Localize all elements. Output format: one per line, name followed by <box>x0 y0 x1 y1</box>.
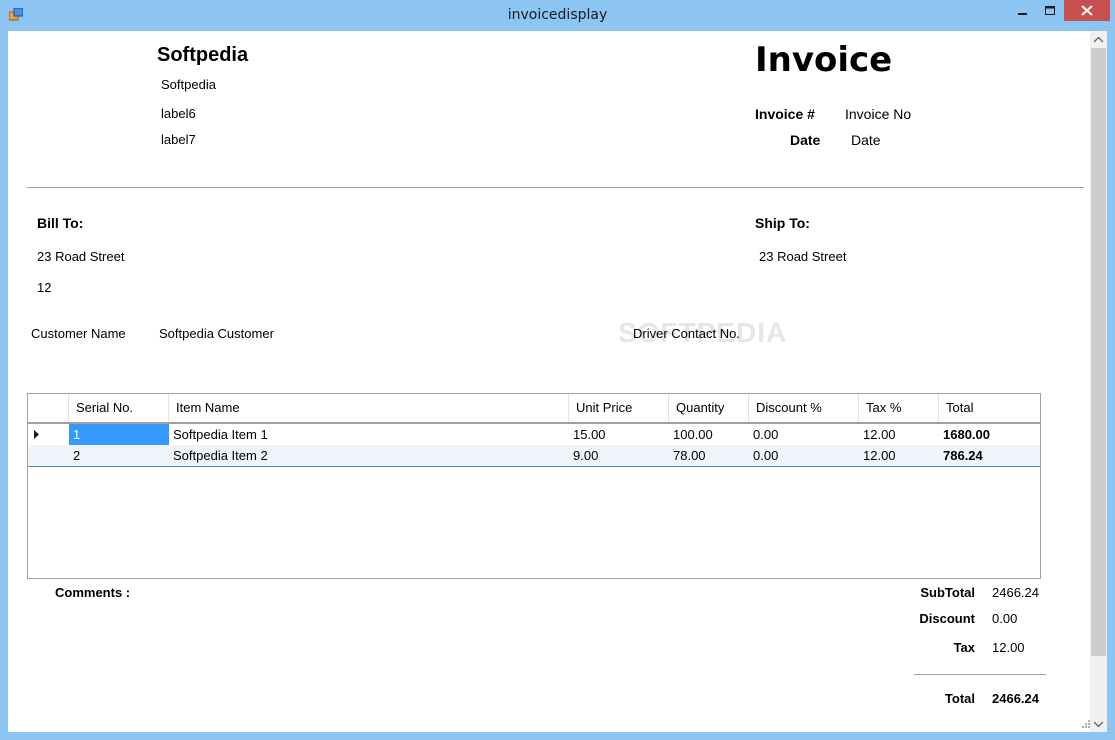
total-divider <box>914 674 1046 675</box>
invoice-number-label: Invoice # <box>755 106 815 122</box>
invoice-heading: Invoice <box>755 40 893 80</box>
driver-contact-label: Driver Contact No. <box>633 326 740 341</box>
customer-name-label: Customer Name <box>31 326 126 341</box>
maximize-icon <box>1045 5 1055 15</box>
cell-tax[interactable]: 12.00 <box>859 424 939 445</box>
invoice-items-grid[interactable]: Serial No. Item Name Unit Price Quantity… <box>27 393 1041 579</box>
maximize-button[interactable] <box>1036 0 1064 21</box>
chevron-up-icon <box>1094 36 1103 42</box>
invoice-number-value: Invoice No <box>845 106 912 122</box>
scroll-up-button[interactable] <box>1090 31 1107 48</box>
resize-grip-icon[interactable] <box>1080 718 1090 728</box>
minimize-button[interactable] <box>1008 0 1038 21</box>
chevron-down-icon <box>1094 721 1103 727</box>
scroll-thumb[interactable] <box>1091 48 1106 656</box>
cell-total[interactable]: 786.24 <box>939 445 1040 466</box>
invoice-date-value: Date <box>851 132 881 148</box>
scroll-down-button[interactable] <box>1090 715 1107 732</box>
column-header-unit-price[interactable]: Unit Price <box>569 394 669 422</box>
cell-item-name[interactable]: Softpedia Item 2 <box>169 445 569 466</box>
row-header[interactable] <box>28 445 69 466</box>
current-row-indicator-icon <box>34 430 39 439</box>
title-bar: invoicedisplay <box>0 0 1115 31</box>
bill-to-line-2: 12 <box>37 280 52 295</box>
tax-label: Tax <box>953 640 975 655</box>
total-label: Total <box>944 691 975 706</box>
company-line-1: Softpedia <box>161 77 216 92</box>
customer-name-value: Softpedia Customer <box>159 326 274 341</box>
cell-serial[interactable]: 2 <box>69 445 169 466</box>
column-header-tax[interactable]: Tax % <box>859 394 939 422</box>
cell-quantity[interactable]: 78.00 <box>669 445 749 466</box>
discount-value: 0.00 <box>992 611 1018 626</box>
company-line-3: label7 <box>161 132 196 147</box>
cell-quantity[interactable]: 100.00 <box>669 424 749 445</box>
grid-corner[interactable] <box>28 394 69 422</box>
subtotal-value: 2466.24 <box>992 585 1039 600</box>
cell-item-name[interactable]: Softpedia Item 1 <box>169 424 569 445</box>
ship-to-label: Ship To: <box>755 215 810 231</box>
cell-discount[interactable]: 0.00 <box>749 424 859 445</box>
invoice-date-label: Date <box>790 132 821 148</box>
vertical-scrollbar[interactable] <box>1090 31 1107 732</box>
close-icon <box>1081 5 1093 16</box>
discount-label: Discount <box>919 611 975 626</box>
bill-to-label: Bill To: <box>37 215 84 231</box>
table-row[interactable]: 1 Softpedia Item 1 15.00 100.00 0.00 12.… <box>28 423 1040 446</box>
close-button[interactable] <box>1064 0 1110 21</box>
minimize-icon <box>1018 12 1027 15</box>
cell-total[interactable]: 1680.00 <box>939 424 1040 445</box>
subtotal-label: SubTotal <box>920 585 975 600</box>
table-row[interactable]: 2 Softpedia Item 2 9.00 78.00 0.00 12.00… <box>28 445 1040 467</box>
column-header-item-name[interactable]: Item Name <box>169 394 569 422</box>
cell-unit-price[interactable]: 15.00 <box>569 424 669 445</box>
bill-to-address: 23 Road Street <box>37 249 125 264</box>
grid-header: Serial No. Item Name Unit Price Quantity… <box>28 394 1040 423</box>
column-header-serial[interactable]: Serial No. <box>69 394 169 422</box>
header-divider <box>27 187 1084 188</box>
comments-label: Comments : <box>55 585 131 600</box>
window-title: invoicedisplay <box>507 7 608 23</box>
ship-to-address: 23 Road Street <box>759 249 847 264</box>
row-header[interactable] <box>28 424 69 445</box>
invoice-form: Softpedia Softpedia label6 label7 Invoic… <box>8 31 1107 732</box>
company-line-2: label6 <box>161 106 196 121</box>
tax-value: 12.00 <box>992 640 1025 655</box>
column-header-quantity[interactable]: Quantity <box>669 394 749 422</box>
total-value: 2466.24 <box>992 691 1039 706</box>
column-header-discount[interactable]: Discount % <box>749 394 859 422</box>
company-name: Softpedia <box>157 44 249 66</box>
cell-tax[interactable]: 12.00 <box>859 445 939 466</box>
cell-serial[interactable]: 1 <box>69 424 169 445</box>
column-header-total[interactable]: Total <box>939 394 1040 422</box>
cell-unit-price[interactable]: 9.00 <box>569 445 669 466</box>
cell-discount[interactable]: 0.00 <box>749 445 859 466</box>
